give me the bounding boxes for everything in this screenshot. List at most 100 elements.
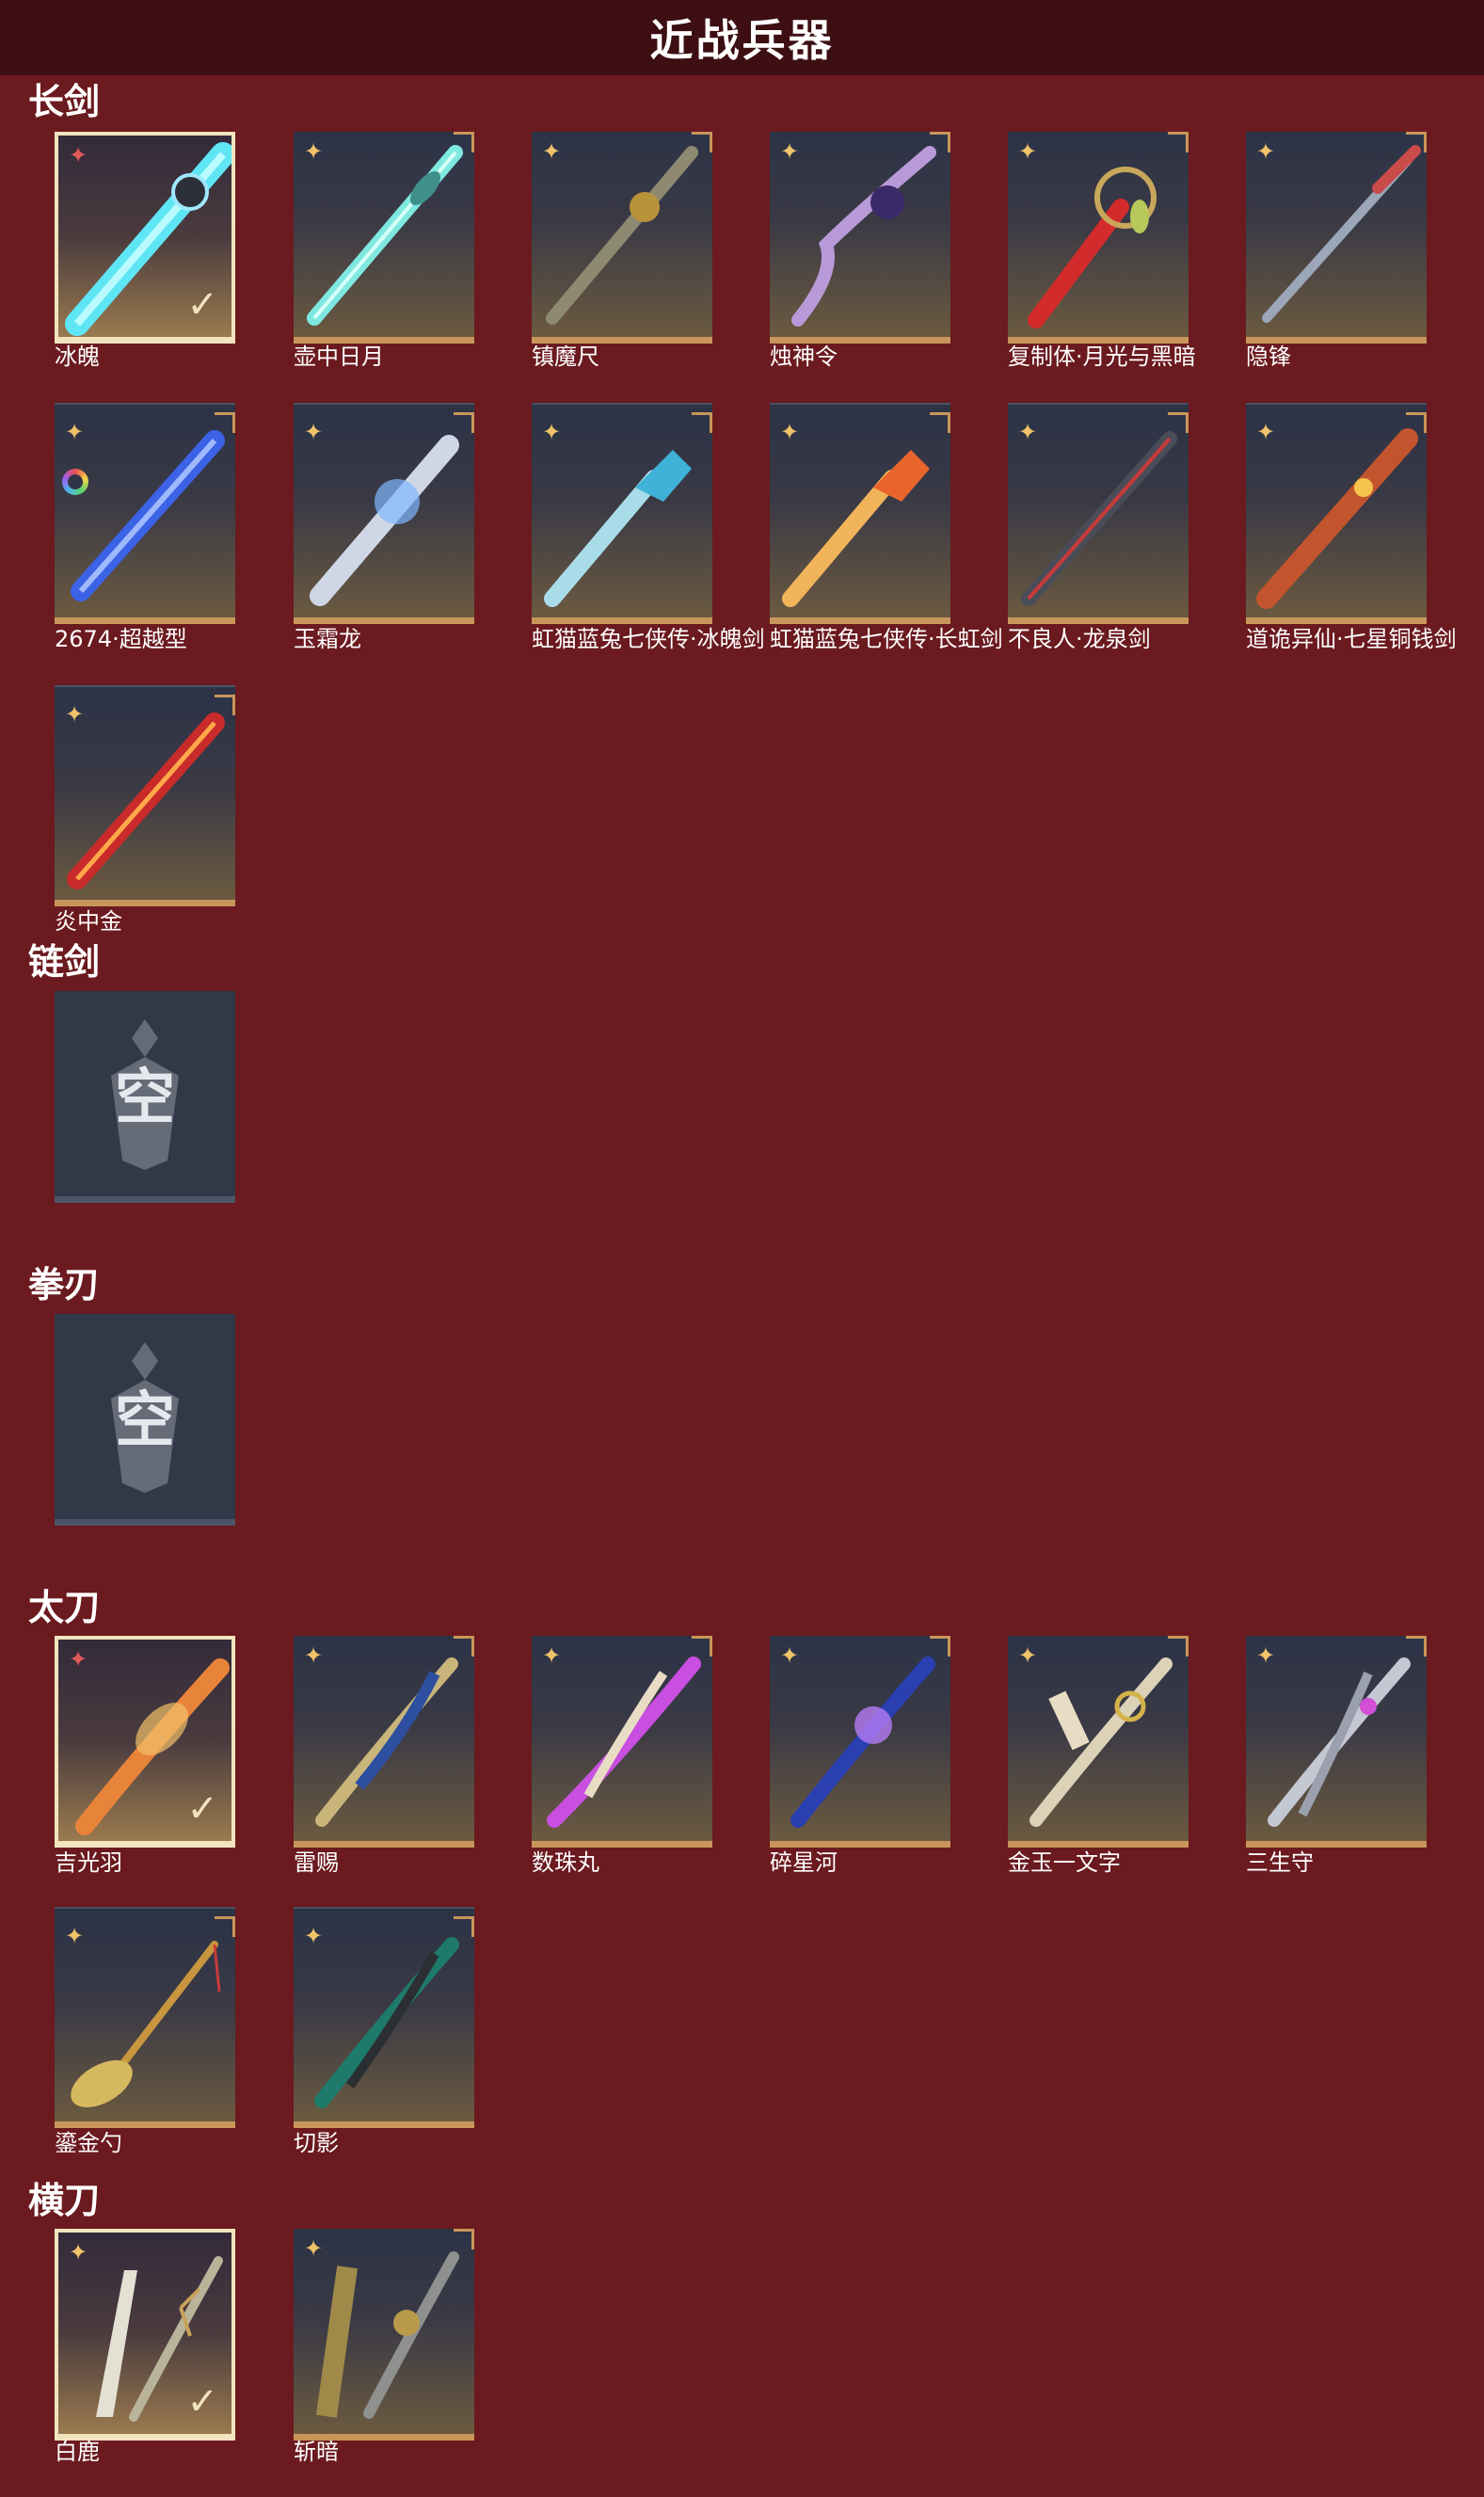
card-corner — [1168, 412, 1189, 433]
weapon-card-zhenmo[interactable]: ✦ — [532, 132, 712, 344]
card-frame: ✦ — [294, 1636, 474, 1848]
card-frame: ✦ — [770, 412, 950, 624]
weapon-card-zhushen[interactable]: ✦ — [770, 132, 950, 344]
card-frame: ✦ — [55, 1916, 235, 2128]
weapon-card-yinfeng[interactable]: ✦ — [1246, 132, 1427, 344]
weapon-name: 壶中日月 — [294, 344, 384, 370]
section-heading-lianjian: 链剑 — [28, 941, 101, 983]
weapon-card-zhanan[interactable]: ✦ — [294, 2229, 474, 2441]
rarity-star-icon: ✦ — [1255, 138, 1276, 165]
card-frame: ✦ — [55, 412, 235, 624]
rarity-star-icon: ✦ — [1255, 419, 1276, 445]
card-frame: ✦ — [532, 1636, 712, 1848]
weapon-card-chaoyue[interactable]: ✦ — [55, 403, 235, 624]
weapon-name: 斩暗 — [294, 2439, 339, 2465]
rarity-star-icon: ✦ — [303, 419, 324, 445]
empty-slot-quanren[interactable]: 空 — [55, 1314, 235, 1526]
rarity-star-icon: ✦ — [779, 419, 800, 445]
empty-label: 空 — [115, 1064, 175, 1133]
card-corner — [215, 1916, 235, 1937]
weapon-card-jiguangyu[interactable]: ✦ ✓ — [55, 1636, 235, 1848]
card-corner — [215, 412, 235, 433]
card-corner — [454, 2229, 474, 2249]
equipped-check-icon: ✓ — [186, 2380, 218, 2424]
empty-slot-lianjian[interactable]: 空 — [55, 991, 235, 1203]
rainbow-ring-icon — [62, 469, 88, 495]
weapon-name: 不良人·龙泉剑 — [1008, 626, 1151, 652]
card-frame: ✦ — [770, 132, 950, 344]
rarity-star-icon: ✦ — [68, 1646, 88, 1673]
rarity-star-icon: ✦ — [779, 138, 800, 165]
rarity-star-icon: ✦ — [64, 701, 85, 728]
weapon-card-shuzhuwan[interactable]: ✦ — [532, 1636, 712, 1848]
card-frame: ✦ ✓ — [55, 2229, 235, 2441]
weapon-card-fuzhiti[interactable]: ✦ — [1008, 132, 1189, 344]
card-corner — [692, 1636, 712, 1657]
card-frame: 空 — [55, 1314, 235, 1526]
rarity-star-icon: ✦ — [1255, 1642, 1276, 1669]
card-frame: ✦ — [1246, 132, 1427, 344]
card-frame: ✦ — [294, 1916, 474, 2128]
card-corner — [930, 412, 950, 433]
card-corner — [1168, 132, 1189, 152]
card-frame: ✦ — [1008, 1636, 1189, 1848]
card-corner — [454, 1916, 474, 1937]
page-title: 近战兵器 — [0, 0, 1484, 75]
weapon-name: 虹猫蓝兔七侠传·长虹剑 — [770, 626, 1003, 652]
weapon-card-leici[interactable]: ✦ — [294, 1636, 474, 1848]
weapon-card-jinyu[interactable]: ✦ — [1008, 1636, 1189, 1848]
weapon-card-huzhong[interactable]: ✦ — [294, 132, 474, 344]
weapon-card-yushuang[interactable]: ✦ — [294, 403, 474, 624]
card-frame: ✦ — [770, 1636, 950, 1848]
weapon-card-liujinshao[interactable]: ✦ — [55, 1907, 235, 2128]
card-corner — [692, 412, 712, 433]
weapon-name: 炎中金 — [55, 908, 122, 935]
weapon-card-suixinghe[interactable]: ✦ — [770, 1636, 950, 1848]
weapon-name: 三生守 — [1246, 1849, 1314, 1876]
rarity-star-icon: ✦ — [64, 419, 85, 445]
card-frame: ✦ — [294, 132, 474, 344]
equipped-check-icon: ✓ — [186, 283, 218, 327]
weapon-name: 数珠丸 — [532, 1849, 599, 1876]
card-corner — [1406, 412, 1427, 433]
rarity-star-icon: ✦ — [541, 138, 562, 165]
card-frame: ✦ — [532, 132, 712, 344]
card-frame: ✦ — [294, 412, 474, 624]
weapon-card-hongmao-changhong[interactable]: ✦ — [770, 403, 950, 624]
weapon-name: 雷赐 — [294, 1849, 339, 1876]
weapon-card-bailu[interactable]: ✦ ✓ — [55, 2229, 235, 2441]
equipped-check-icon: ✓ — [186, 1787, 218, 1831]
card-corner — [1406, 132, 1427, 152]
rarity-star-icon: ✦ — [68, 142, 88, 168]
rarity-star-icon: ✦ — [68, 2239, 88, 2265]
weapon-name: 复制体·月光与黑暗 — [1008, 344, 1196, 370]
section-heading-hengdao: 横刀 — [28, 2180, 101, 2221]
rarity-star-icon: ✦ — [303, 1642, 324, 1669]
weapon-card-hongmao-bingpo[interactable]: ✦ — [532, 403, 712, 624]
weapon-card-buliangren[interactable]: ✦ — [1008, 403, 1189, 624]
card-frame: ✦ — [532, 412, 712, 624]
card-corner — [1168, 1636, 1189, 1657]
section-heading-changjian: 长剑 — [28, 81, 101, 122]
weapon-card-qieying[interactable]: ✦ — [294, 1907, 474, 2128]
weapon-name: 吉光羽 — [55, 1849, 122, 1876]
card-corner — [454, 1636, 474, 1657]
rarity-star-icon: ✦ — [779, 1642, 800, 1669]
weapon-card-sanshengshou[interactable]: ✦ — [1246, 1636, 1427, 1848]
card-corner — [1406, 1636, 1427, 1657]
weapon-name: 烛神令 — [770, 344, 838, 370]
card-frame: ✦ ✓ — [55, 132, 235, 344]
card-frame: ✦ — [294, 2229, 474, 2441]
card-frame: ✦ — [1246, 412, 1427, 624]
weapon-name: 道诡异仙·七星铜钱剑 — [1246, 626, 1457, 652]
rarity-star-icon: ✦ — [64, 1923, 85, 1949]
weapon-card-yanzhongjin[interactable]: ✦ — [55, 685, 235, 906]
card-frame: ✦ — [1008, 412, 1189, 624]
weapon-card-bingpo[interactable]: ✦ ✓ — [55, 132, 235, 344]
card-corner — [930, 132, 950, 152]
weapon-name: 鎏金勺 — [55, 2130, 122, 2156]
weapon-name: 白鹿 — [55, 2439, 100, 2465]
weapon-card-daogui[interactable]: ✦ — [1246, 403, 1427, 624]
rarity-star-icon: ✦ — [303, 1923, 324, 1949]
weapon-name: 2674·超越型 — [55, 626, 187, 652]
